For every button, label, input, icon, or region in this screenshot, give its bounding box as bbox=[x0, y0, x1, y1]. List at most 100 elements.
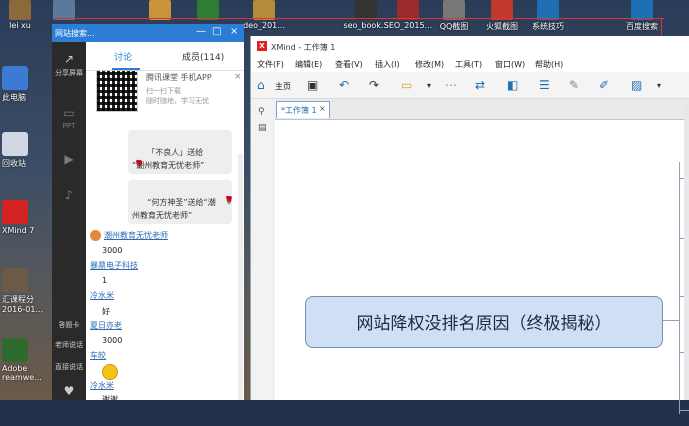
scrollbar[interactable] bbox=[684, 99, 689, 400]
maximize-button[interactable]: □ bbox=[212, 26, 221, 37]
tab-members[interactable]: 成员(114) bbox=[182, 50, 224, 63]
teacher-speak-button[interactable]: 老师说话 bbox=[52, 340, 86, 350]
gift-message: “何方神圣”送给“潮 州教育无忧老师” 🌹 bbox=[128, 180, 234, 224]
desktop-icon-file[interactable]: 汇课程分 2016-01... bbox=[0, 268, 52, 314]
central-topic[interactable]: 网站降权没排名原因（终极揭秘） bbox=[305, 296, 663, 348]
menu-insert[interactable]: 插入(I) bbox=[375, 59, 400, 70]
menu-edit[interactable]: 编辑(E) bbox=[295, 59, 322, 70]
more-icon[interactable]: ⋯ bbox=[445, 78, 457, 92]
message-username[interactable]: 暴鼎电子科技 bbox=[90, 260, 138, 271]
message-username[interactable]: 车皎 bbox=[90, 350, 106, 361]
menu-window[interactable]: 窗口(W) bbox=[495, 59, 525, 70]
message-text: 3000 bbox=[102, 336, 123, 345]
smiley-emoji-icon bbox=[102, 364, 118, 380]
window-title: XMind - 工作簿 1 bbox=[271, 43, 336, 52]
ppt-button[interactable]: ▭ PPT bbox=[52, 106, 86, 130]
file-icon bbox=[53, 0, 75, 20]
minimize-button[interactable]: — bbox=[196, 26, 206, 37]
save-icon[interactable]: ▣ bbox=[307, 78, 318, 92]
message-username[interactable]: 潮州教育无忧老师 bbox=[104, 230, 168, 241]
chat-window: 网站搜索... — □ × ↗分享屏幕 ▭PPT ▶ ♪ ☰答题卡 老师说话 直… bbox=[52, 24, 244, 400]
summary-icon[interactable]: ☰ bbox=[539, 78, 550, 92]
dropdown-icon[interactable]: ▾ bbox=[427, 81, 431, 90]
menu-file[interactable]: 文件(F) bbox=[257, 59, 284, 70]
ppt-icon: ▭ bbox=[63, 106, 75, 120]
tab-label: *工作簿 1 bbox=[281, 106, 317, 115]
close-icon[interactable]: × bbox=[234, 72, 242, 82]
undo-icon[interactable]: ↶ bbox=[339, 78, 349, 92]
menu-help[interactable]: 帮助(H) bbox=[535, 59, 563, 70]
desktop-icon[interactable]: deo_201... bbox=[236, 0, 292, 30]
dropdown-icon[interactable]: ▾ bbox=[657, 81, 661, 90]
mindmap-canvas[interactable]: 网站降权没排名原因（终极揭秘） 做 为 被 案 案 bbox=[275, 120, 689, 414]
music-button[interactable]: ♪ bbox=[52, 188, 86, 204]
excel-icon bbox=[197, 0, 219, 20]
close-icon[interactable]: × bbox=[319, 104, 326, 113]
close-button[interactable]: × bbox=[230, 26, 238, 37]
folder-icon bbox=[491, 0, 513, 20]
marker-icon[interactable]: ✎ bbox=[569, 78, 579, 92]
desktop-icon-this-pc[interactable]: 此电脑 bbox=[0, 66, 52, 103]
menu-tools[interactable]: 工具(T) bbox=[455, 59, 482, 70]
word-icon bbox=[631, 0, 653, 20]
scrollbar[interactable] bbox=[238, 154, 243, 400]
boundary-icon[interactable]: ◧ bbox=[507, 78, 518, 92]
rose-icon: 🌹 bbox=[134, 160, 144, 169]
desktop-icon-dreamweaver[interactable]: Adobe reamwe... bbox=[0, 338, 52, 382]
music-icon: ♪ bbox=[65, 188, 73, 202]
red-guide-line bbox=[54, 18, 664, 19]
desktop-icon-xmind[interactable]: XMind 7 bbox=[0, 200, 52, 235]
note-icon[interactable]: ✐ bbox=[599, 78, 609, 92]
xmind-icon bbox=[2, 200, 28, 224]
promo-subtitle: 扫一扫下载 bbox=[146, 87, 181, 95]
answer-card-button[interactable]: ☰答题卡 bbox=[52, 318, 86, 330]
promo-subtitle: 随时随地，学习无忧 bbox=[146, 97, 209, 105]
outline-icon[interactable]: ▤ bbox=[258, 123, 267, 133]
connector-line bbox=[679, 410, 689, 411]
app-promo: 腾讯课堂 手机APP 扫一扫下载 随时随地，学习无忧 bbox=[92, 70, 244, 114]
gift-message: 「不良人」送给 “潮州教育无忧老师” 🌹 bbox=[128, 130, 232, 174]
menu-view[interactable]: 查看(V) bbox=[335, 59, 363, 70]
xmind-window: X XMind - 工作簿 1 文件(F) 编辑(E) 查看(V) 插入(I) … bbox=[250, 36, 689, 414]
file-icon bbox=[2, 268, 28, 292]
rose-icon: 🌹 bbox=[224, 196, 234, 205]
recycle-bin-icon bbox=[2, 132, 28, 156]
menu-modify[interactable]: 修改(M) bbox=[415, 59, 444, 70]
folder-icon bbox=[149, 0, 171, 20]
xmind-titlebar[interactable]: X XMind - 工作簿 1 bbox=[251, 36, 689, 56]
central-topic-text: 网站降权没排名原因（终极揭秘） bbox=[356, 314, 612, 334]
chat-titlebar[interactable]: 网站搜索... — □ × bbox=[52, 24, 244, 42]
mic-button[interactable]: ♥ bbox=[52, 384, 86, 400]
pin-icon[interactable]: ⚲ bbox=[258, 107, 265, 117]
avatar[interactable] bbox=[90, 230, 101, 241]
message-text: 1 bbox=[102, 276, 108, 285]
home-label[interactable]: 主页 bbox=[275, 81, 291, 92]
movie-icon bbox=[397, 0, 419, 20]
redo-icon[interactable]: ↷ bbox=[369, 78, 379, 92]
relationship-icon[interactable]: ⇄ bbox=[475, 78, 485, 92]
chat-sidebar: ↗分享屏幕 ▭PPT ▶ ♪ ☰答题卡 老师说话 直接说话 ♥ bbox=[52, 42, 86, 400]
edge-icon bbox=[537, 0, 559, 20]
share-screen-button[interactable]: ↗ 分享屏幕 bbox=[52, 52, 86, 78]
video-icon: ▶ bbox=[64, 152, 74, 166]
image-icon[interactable]: ▨ bbox=[631, 78, 642, 92]
xmind-logo-icon: X bbox=[257, 41, 267, 51]
home-icon[interactable]: ⌂ bbox=[257, 78, 265, 92]
toolbar: ⌂ 主页 ▣ ↶ ↷ ▭ ▾ ⋯ ⇄ ◧ ☰ ✎ ✐ ▨ ▾ bbox=[251, 72, 689, 99]
video-button[interactable]: ▶ bbox=[52, 152, 86, 168]
message-text: 谢谢 bbox=[102, 395, 118, 400]
share-screen-icon: ↗ bbox=[63, 52, 75, 66]
menu-bar: 文件(F) 编辑(E) 查看(V) 插入(I) 修改(M) 工具(T) 窗口(W… bbox=[251, 56, 689, 72]
movie-icon bbox=[355, 0, 377, 20]
chat-main: 讨论 成员(114) 腾讯课堂 手机APP 扫一扫下载 随时随地，学习无忧 × … bbox=[86, 42, 244, 400]
topic-icon[interactable]: ▭ bbox=[401, 78, 412, 92]
mic-icon: ♥ bbox=[63, 384, 75, 398]
desktop-icon[interactable]: 系统技巧 bbox=[520, 0, 576, 32]
message-username[interactable]: 夏日亦老 bbox=[90, 320, 122, 331]
tab-workbook-1[interactable]: *工作簿 1 × bbox=[276, 101, 330, 118]
desktop-icon-recycle-bin[interactable]: 回收站 bbox=[0, 132, 52, 169]
message-username[interactable]: 冷水米 bbox=[90, 290, 114, 301]
tab-discussion[interactable]: 讨论 bbox=[114, 50, 132, 63]
direct-speak-button[interactable]: 直接说话 bbox=[52, 362, 86, 372]
message-username[interactable]: 冷水米 bbox=[90, 380, 114, 391]
